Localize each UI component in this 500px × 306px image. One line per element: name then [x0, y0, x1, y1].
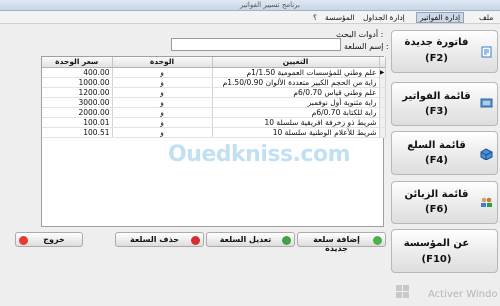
invoice-list-icon: [480, 98, 493, 108]
exit-label: خروج: [43, 235, 65, 244]
exit-icon: [19, 236, 28, 245]
unit-cell: و: [112, 117, 213, 128]
row-selector[interactable]: [379, 97, 386, 108]
unit-price-cell: 3000.00: [42, 97, 113, 108]
ouedkniss-watermark: Ouedkniss.com: [168, 142, 351, 167]
menu-company[interactable]: المؤسسة: [322, 12, 358, 23]
invoice-list-label: قائمة الفواتير: [402, 91, 471, 102]
new-invoice-label: فاتورة جديدة: [404, 37, 469, 48]
title-bar: برنامج تسيير الفواتير: [0, 0, 500, 11]
unit-cell: و: [112, 87, 213, 98]
windows-logo-icon: [396, 285, 410, 299]
unit-price-cell: 1200.00: [42, 87, 113, 98]
search-tools-title: أدوات البحث :: [336, 30, 384, 39]
new-invoice-button[interactable]: فاتورة جديدة (F2): [391, 30, 498, 73]
menu-tables[interactable]: إدارة الجداول: [360, 12, 408, 23]
row-selector[interactable]: [379, 107, 386, 118]
unit-cell: و: [112, 107, 213, 118]
edit-goods-button[interactable]: تعديل السلعة: [206, 232, 295, 247]
goods-name-label: إسم السلعة :: [344, 42, 389, 51]
table-row[interactable]: 3000.00 و راية مثنوية أول نوفمبر: [42, 97, 386, 108]
designation-cell: علم وطني للمؤسسات العمومية 1/1.50م: [212, 67, 380, 78]
goods-name-search-input[interactable]: [171, 38, 341, 51]
table-header-row: سعر الوحدة الوحدة التعيين: [42, 57, 386, 68]
company-info-label: عن المؤسسة: [403, 238, 470, 249]
row-selector[interactable]: [379, 117, 386, 128]
unit-price-cell: 1000.00: [42, 77, 113, 88]
row-selector[interactable]: [379, 127, 386, 138]
unit-price-cell: 400.00: [42, 67, 113, 78]
company-info-button[interactable]: عن المؤسسة (F10): [391, 229, 498, 273]
unit-price-cell: 100.51: [42, 127, 113, 138]
menu-help[interactable]: ؟: [310, 12, 320, 23]
table-row[interactable]: 1000.00 و راية من الحجم الكبير متعددة الأل…: [42, 77, 386, 88]
column-header-designation[interactable]: التعيين: [212, 57, 380, 68]
table-row[interactable]: 100.01 و شريط ذو زخرفة افريقية سلسلة 10: [42, 117, 386, 128]
company-info-shortcut: (F10): [421, 254, 452, 265]
menu-bar: ملف إدارة الفواتير إدارة الجداول المؤسسة…: [0, 11, 500, 24]
unit-cell: و: [112, 97, 213, 108]
column-header-unit-price[interactable]: سعر الوحدة: [42, 57, 113, 68]
table-row[interactable]: 100.51 و شريط للأعلام الوطنية سلسلة 10: [42, 127, 386, 138]
goods-list-icon: [480, 148, 493, 160]
menu-file[interactable]: ملف: [476, 12, 496, 23]
row-selector[interactable]: [379, 77, 386, 88]
unit-cell: و: [112, 77, 213, 88]
customers-list-shortcut: (F6): [425, 204, 448, 215]
customers-list-icon: [481, 197, 492, 207]
designation-cell: راية للكتابة 6/0.70م: [212, 107, 380, 118]
add-icon: [373, 236, 382, 245]
column-header-row-selector: [379, 57, 386, 68]
add-goods-label: إضافة سلعة جديدة: [313, 235, 360, 253]
unit-cell: و: [112, 67, 213, 78]
designation-cell: علم وطني قياس 6/0.70م: [212, 87, 380, 98]
goods-list-shortcut: (F4): [425, 155, 448, 166]
unit-price-cell: 2000.00: [42, 107, 113, 118]
designation-cell: راية مثنوية أول نوفمبر: [212, 97, 380, 108]
designation-cell: شريط ذو زخرفة افريقية سلسلة 10: [212, 117, 380, 128]
menu-invoices[interactable]: إدارة الفواتير: [416, 12, 465, 23]
customers-list-label: قائمة الزبائن: [404, 189, 469, 200]
invoice-list-shortcut: (F3): [425, 106, 448, 117]
exit-button[interactable]: خروج: [15, 232, 83, 247]
column-header-unit[interactable]: الوحدة: [112, 57, 213, 68]
row-selector[interactable]: [379, 87, 386, 98]
row-selector[interactable]: ▶: [379, 67, 386, 78]
window-title: برنامج تسيير الفواتير: [240, 1, 300, 9]
edit-icon: [282, 236, 291, 245]
delete-icon: [191, 236, 200, 245]
goods-list-label: قائمة السلع: [407, 140, 466, 151]
designation-cell: شريط للأعلام الوطنية سلسلة 10: [212, 127, 380, 138]
unit-price-cell: 100.01: [42, 117, 113, 128]
table-row[interactable]: 400.00 و علم وطني للمؤسسات العمومية 1/1.50…: [42, 67, 386, 78]
new-invoice-icon: [481, 46, 492, 58]
goods-list-button[interactable]: قائمة السلع (F4): [391, 131, 498, 175]
edit-goods-label: تعديل السلعة: [219, 235, 272, 244]
add-goods-button[interactable]: إضافة سلعة جديدة: [297, 232, 386, 253]
designation-cell: راية من الحجم الكبير متعددة الألوان 1.50…: [212, 77, 380, 88]
table-row[interactable]: 1200.00 و علم وطني قياس 6/0.70م: [42, 87, 386, 98]
unit-cell: و: [112, 127, 213, 138]
new-invoice-shortcut: (F2): [425, 53, 448, 64]
delete-goods-label: حذف السلعة: [130, 235, 179, 244]
customers-list-button[interactable]: قائمة الزبائن (F6): [391, 181, 498, 224]
activate-windows-text: Activer Windo: [428, 289, 498, 300]
table-row[interactable]: 2000.00 و راية للكتابة 6/0.70م: [42, 107, 386, 118]
invoice-list-button[interactable]: قائمة الفواتير (F3): [391, 82, 498, 126]
delete-goods-button[interactable]: حذف السلعة: [115, 232, 204, 247]
